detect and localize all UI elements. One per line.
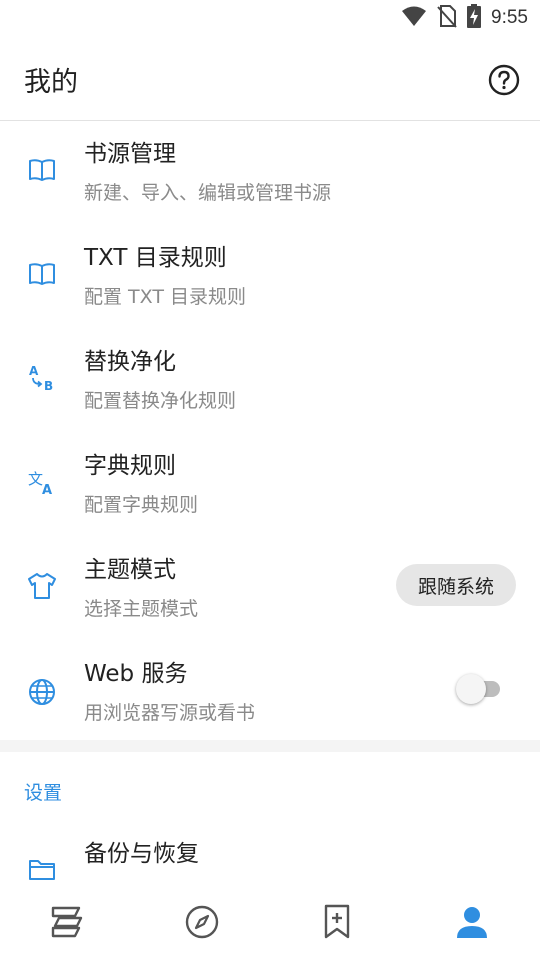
item-title: Web 服务	[84, 661, 188, 687]
folder-icon	[26, 854, 58, 886]
item-subtitle: 新建、导入、编辑或管理书源	[84, 182, 332, 204]
status-icons: 9:55	[401, 4, 528, 32]
item-subtitle: 配置替换净化规则	[84, 390, 237, 412]
svg-text:A: A	[29, 364, 39, 378]
item-subtitle: 用浏览器写源或看书	[84, 702, 256, 724]
nav-profile-active[interactable]	[452, 904, 492, 944]
menu-item-backup-restore[interactable]: 备份与恢复	[0, 822, 540, 886]
nav-bookshelf[interactable]	[47, 904, 87, 944]
item-title: 备份与恢复	[84, 841, 199, 867]
item-title: 书源管理	[84, 141, 176, 167]
item-title: TXT 目录规则	[84, 245, 227, 271]
explore-compass-icon	[184, 904, 220, 944]
wifi-icon	[401, 5, 427, 31]
menu-item-theme-mode[interactable]: 主题模式 选择主题模式 跟随系统	[0, 538, 540, 642]
svg-text:文: 文	[28, 470, 43, 488]
svg-text:B: B	[44, 379, 53, 393]
help-button[interactable]	[488, 64, 520, 96]
bookshelf-icon	[49, 905, 85, 943]
status-bar: 9:55	[0, 0, 540, 36]
menu-item-web-service[interactable]: Web 服务 用浏览器写源或看书	[0, 642, 540, 746]
translate-icon: 文 A	[26, 466, 58, 498]
item-title: 替换净化	[84, 349, 176, 375]
theme-mode-value-chip[interactable]: 跟随系统	[396, 564, 516, 606]
settings-section-header: 设置	[24, 782, 63, 804]
battery-charging-icon	[467, 4, 482, 32]
book-open-icon	[26, 154, 58, 186]
item-title: 主题模式	[84, 557, 176, 583]
bottom-navigation	[0, 886, 540, 960]
item-title: 字典规则	[84, 453, 176, 479]
person-icon	[455, 905, 489, 943]
menu-list: 书源管理 新建、导入、编辑或管理书源 TXT 目录规则 配置 TXT 目录规则 …	[0, 122, 540, 886]
toggle-thumb	[456, 674, 486, 704]
nav-explore[interactable]	[182, 904, 222, 944]
help-circle-icon	[488, 64, 520, 100]
page-title: 我的	[24, 67, 78, 98]
nav-bookmark[interactable]	[317, 904, 357, 944]
item-subtitle: 选择主题模式	[84, 598, 199, 620]
section-divider	[0, 740, 540, 752]
item-subtitle: 配置 TXT 目录规则	[84, 286, 246, 308]
menu-item-dictionary-rules[interactable]: 文 A 字典规则 配置字典规则	[0, 434, 540, 538]
menu-item-book-source[interactable]: 书源管理 新建、导入、编辑或管理书源	[0, 122, 540, 226]
bookmark-add-icon	[322, 904, 352, 944]
status-time: 9:55	[491, 7, 528, 28]
menu-item-replace-rules[interactable]: A B 替换净化 配置替换净化规则	[0, 330, 540, 434]
menu-item-txt-toc-rules[interactable]: TXT 目录规则 配置 TXT 目录规则	[0, 226, 540, 330]
replace-ab-icon: A B	[26, 362, 58, 394]
app-bar: 我的	[0, 36, 540, 121]
tshirt-icon	[26, 570, 58, 602]
web-service-toggle[interactable]	[456, 674, 500, 704]
item-subtitle: 配置字典规则	[84, 494, 199, 516]
svg-text:A: A	[42, 483, 52, 497]
globe-icon	[26, 676, 58, 708]
book-open-icon	[26, 258, 58, 290]
no-sim-icon	[437, 4, 457, 32]
